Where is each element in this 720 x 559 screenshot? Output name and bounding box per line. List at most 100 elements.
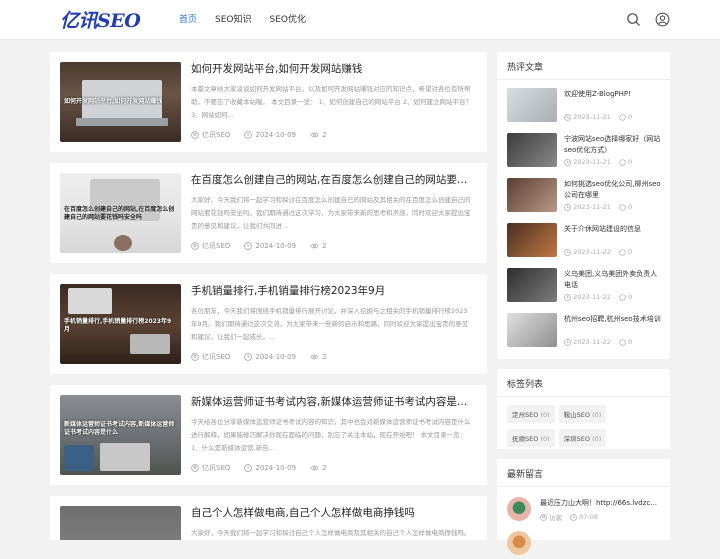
hot-article-item[interactable]: 宁波网站seo选择哪家好（网站seo优化方式） 2023-11-21 0 (507, 133, 662, 169)
hot-article-date: 2023-11-22 (573, 338, 611, 346)
tag-name[interactable]: 深圳SEO (564, 435, 590, 443)
article-thumbnail[interactable]: 在百度怎么创建自己的网站,在百度怎么创建自己的网站要花钱吗安全吗 (60, 173, 181, 253)
comment-item[interactable] (507, 531, 662, 559)
comment-text[interactable]: 最近压力山大啊！http://66s.lvdzc... (540, 498, 662, 508)
hot-article-thumbnail[interactable] (507, 268, 557, 302)
author-icon (191, 131, 199, 139)
article-excerpt: 本篇文章给大家谈谈如何开发网站平台，以及如何开发网站赚钱对应的知识点，希望对各位… (191, 85, 472, 119)
article-excerpt: 大家好，今天我们将一起学习和探讨在百度怎么创建自己的网站及其相关的在百度怎么创建… (191, 196, 471, 230)
top-navbar: 亿讯SEO 首页 SEO知识 SEO优化 (0, 0, 720, 40)
nav-item-seo-knowledge[interactable]: SEO知识 (215, 0, 251, 40)
hot-article-thumbnail[interactable] (507, 223, 557, 257)
hot-article-item[interactable]: 义乌美团,义乌美团外卖负责人电话 2023-11-22 0 (507, 268, 662, 304)
article-card[interactable]: 如何开发网站平台,如何开发网站赚钱 如何开发网站平台,如何开发网站赚钱 本篇文章… (50, 52, 487, 152)
article-views: 2 (322, 131, 327, 139)
author-icon (540, 513, 547, 521)
hot-article-title[interactable]: 如何挑选seo优化公司,柳州seo公司在哪里 (564, 179, 664, 201)
thumbnail-caption: 在百度怎么创建自己的网站,在百度怎么创建自己的网站要花钱吗安全吗 (64, 206, 175, 221)
clock-icon (564, 158, 571, 166)
nav-item-seo-optimization[interactable]: SEO优化 (270, 0, 306, 40)
article-excerpt: 今天给各位分享新媒体运营师证书考试内容的知识，其中也会对新媒体运营师证书考试内容… (191, 418, 471, 452)
article-title[interactable]: 自己个人怎样做电商,自己个人怎样做电商挣钱吗 (191, 505, 476, 520)
article-thumbnail[interactable] (60, 506, 181, 540)
article-title[interactable]: 新媒体运营师证书考试内容,新媒体运营师证书考试内容是什么 (191, 394, 476, 409)
hot-article-date: 2023-11-22 (573, 248, 611, 256)
tag-name[interactable]: 鞍山SEO (564, 411, 590, 419)
thumbnail-caption: 新媒体运营师证书考试内容,新媒体运营师证书考试内容是什么 (64, 421, 175, 436)
article-excerpt: 大家好，今天我们将一起学习和探讨自己个人怎样做电商及其相关的自己个人怎样做电商挣… (191, 529, 471, 537)
article-author[interactable]: 亿讯SEO (202, 241, 230, 251)
hot-article-item[interactable]: 欢迎使用Z-BlogPHP! 2023-11-21 0 (507, 88, 662, 124)
clock-icon (564, 113, 571, 121)
article-title[interactable]: 如何开发网站平台,如何开发网站赚钱 (191, 61, 476, 76)
article-meta: 亿讯SEO 2024-10-09 2 (191, 241, 341, 251)
comment-icon (619, 338, 626, 346)
author-icon (191, 353, 199, 361)
eye-icon (310, 243, 319, 249)
article-thumbnail[interactable]: 如何开发网站平台,如何开发网站赚钱 (60, 62, 181, 142)
hot-article-meta: 2023-11-21 0 (564, 113, 640, 121)
article-title[interactable]: 在百度怎么创建自己的网站,在百度怎么创建自己的网站要花钱吗 (191, 172, 476, 187)
tag-item[interactable]: 鞍山SEO (0) (558, 405, 607, 423)
tag-item[interactable]: 抚顺SEO (0) (507, 429, 555, 447)
article-author[interactable]: 亿讯SEO (202, 130, 230, 140)
hot-article-date: 2023-11-21 (573, 158, 611, 166)
article-views: 2 (322, 242, 327, 250)
clock-icon (244, 131, 253, 139)
search-icon[interactable] (626, 12, 641, 27)
nav-item-home[interactable]: 首页 (179, 0, 197, 40)
article-card[interactable]: 自己个人怎样做电商,自己个人怎样做电商挣钱吗 大家好，今天我们将一起学习和探讨自… (50, 496, 487, 540)
comment-icon (619, 293, 626, 301)
tag-list-widget: 标签列表 定州SEO (0) 鞍山SEO (0) 抚顺SEO (0) 深圳SEO… (497, 369, 670, 449)
hot-article-meta: 2023-11-21 0 (564, 158, 640, 166)
hot-article-thumbnail[interactable] (507, 178, 557, 212)
article-title[interactable]: 手机销量排行,手机销量排行榜2023年9月 (191, 283, 476, 298)
comment-icon (619, 113, 626, 121)
hot-article-item[interactable]: 杭州seo招聘,杭州seo技术培训 2023-11-22 0 (507, 313, 662, 349)
eye-icon (310, 354, 319, 360)
article-card[interactable]: 手机销量排行,手机销量排行榜2023年9月 手机销量排行,手机销量排行榜2023… (50, 274, 487, 374)
article-date: 2024-10-09 (255, 464, 297, 472)
hot-article-title[interactable]: 关于介休网站建设的信息 (564, 224, 664, 235)
hot-article-thumbnail[interactable] (507, 313, 557, 347)
tag-item[interactable]: 定州SEO (0) (507, 405, 555, 423)
article-card[interactable]: 新媒体运营师证书考试内容,新媒体运营师证书考试内容是什么 新媒体运营师证书考试内… (50, 385, 487, 485)
clock-icon (564, 248, 571, 256)
comment-item[interactable]: 最近压力山大啊！http://66s.lvdzc... 访客 07-08 (507, 497, 662, 525)
hot-article-comments: 0 (627, 113, 633, 121)
thumbnail-caption: 手机销量排行,手机销量排行榜2023年9月 (64, 318, 172, 333)
article-card[interactable]: 在百度怎么创建自己的网站,在百度怎么创建自己的网站要花钱吗安全吗 在百度怎么创建… (50, 163, 487, 263)
comment-icon (619, 158, 626, 166)
hot-article-comments: 0 (627, 158, 633, 166)
article-thumbnail[interactable]: 新媒体运营师证书考试内容,新媒体运营师证书考试内容是什么 (60, 395, 181, 475)
tag-name[interactable]: 抚顺SEO (512, 435, 538, 443)
thumbnail-caption: 如何开发网站平台,如何开发网站赚钱 (64, 98, 163, 105)
hot-article-item[interactable]: 如何挑选seo优化公司,柳州seo公司在哪里 2023-11-21 0 (507, 178, 662, 214)
tag-item[interactable]: 深圳SEO (0) (558, 429, 607, 447)
hot-article-title[interactable]: 义乌美团,义乌美团外卖负责人电话 (564, 269, 664, 291)
article-meta: 亿讯SEO 2024-10-09 2 (191, 130, 341, 140)
hot-article-title[interactable]: 宁波网站seo选择哪家好（网站seo优化方式） (564, 134, 664, 156)
comment-date: 07-08 (579, 513, 599, 521)
tag-name[interactable]: 定州SEO (512, 411, 538, 419)
clock-icon (244, 464, 253, 472)
hot-article-thumbnail[interactable] (507, 133, 557, 167)
article-date: 2024-10-09 (255, 353, 297, 361)
user-icon[interactable] (655, 12, 670, 27)
site-logo[interactable]: 亿讯SEO (60, 6, 141, 33)
hot-article-title[interactable]: 欢迎使用Z-BlogPHP! (564, 89, 664, 100)
article-meta: 亿讯SEO 2024-10-09 2 (191, 352, 341, 362)
article-views: 2 (322, 353, 327, 361)
comment-meta: 访客 07-08 (540, 512, 606, 522)
hot-article-date: 2023-11-21 (573, 113, 611, 121)
hot-article-item[interactable]: 关于介休网站建设的信息 2023-11-22 0 (507, 223, 662, 259)
hot-article-thumbnail[interactable] (507, 88, 557, 122)
article-author[interactable]: 亿讯SEO (202, 352, 230, 362)
article-author[interactable]: 亿讯SEO (202, 463, 230, 473)
hot-article-title[interactable]: 杭州seo招聘,杭州seo技术培训 (564, 314, 664, 325)
article-views: 2 (322, 464, 327, 472)
eye-icon (310, 132, 319, 138)
comment-author: 访客 (549, 514, 563, 522)
article-thumbnail[interactable]: 手机销量排行,手机销量排行榜2023年9月 (60, 284, 181, 364)
tag-count: (0) (540, 435, 550, 443)
